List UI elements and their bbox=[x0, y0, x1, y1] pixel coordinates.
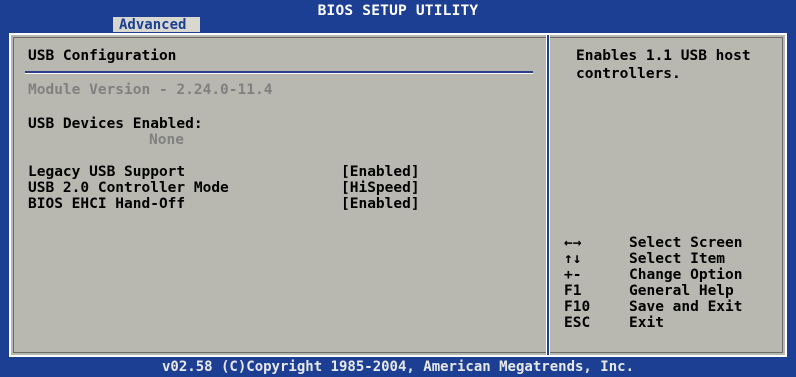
key-desc: Select Item bbox=[629, 251, 726, 267]
usb-devices-value: None bbox=[149, 132, 184, 148]
option-legacy-usb-value[interactable]: [Enabled] bbox=[341, 164, 420, 180]
key-symbol: +- bbox=[564, 267, 582, 283]
up-down-arrows-icon: ↑↓ bbox=[564, 251, 582, 267]
option-ehci-handoff-label[interactable]: BIOS EHCI Hand-Off bbox=[28, 196, 185, 212]
left-right-arrows-icon: ←→ bbox=[564, 235, 582, 251]
key-desc: Exit bbox=[629, 315, 664, 331]
key-desc: Save and Exit bbox=[629, 299, 743, 315]
main-frame: USB Configuration Module Version - 2.24.… bbox=[9, 33, 787, 357]
help-text: Enables 1.1 USB host controllers. bbox=[576, 48, 751, 82]
module-version: Module Version - 2.24.0-11.4 bbox=[28, 82, 273, 98]
settings-pane: USB Configuration Module Version - 2.24.… bbox=[11, 35, 546, 355]
title-bar: BIOS SETUP UTILITY Advanced bbox=[0, 0, 796, 33]
key-desc: Change Option bbox=[629, 267, 743, 283]
tab-advanced[interactable]: Advanced bbox=[113, 17, 200, 33]
key-symbol: F10 bbox=[564, 299, 591, 315]
key-symbol: ESC bbox=[564, 315, 591, 331]
key-symbol: F1 bbox=[564, 283, 582, 299]
section-title: USB Configuration bbox=[28, 48, 177, 64]
option-usb2-mode-label[interactable]: USB 2.0 Controller Mode bbox=[28, 180, 229, 196]
option-ehci-handoff-value[interactable]: [Enabled] bbox=[341, 196, 420, 212]
usb-devices-label: USB Devices Enabled: bbox=[28, 116, 203, 132]
key-desc: Select Screen bbox=[629, 235, 743, 251]
option-legacy-usb-label[interactable]: Legacy USB Support bbox=[28, 164, 185, 180]
section-divider bbox=[25, 71, 533, 74]
key-desc: General Help bbox=[629, 283, 734, 299]
option-usb2-mode-value[interactable]: [HiSpeed] bbox=[341, 180, 420, 196]
help-pane: Enables 1.1 USB host controllers. ←→ Sel… bbox=[550, 35, 785, 355]
copyright-footer: v02.58 (C)Copyright 1985-2004, American … bbox=[161, 359, 634, 375]
